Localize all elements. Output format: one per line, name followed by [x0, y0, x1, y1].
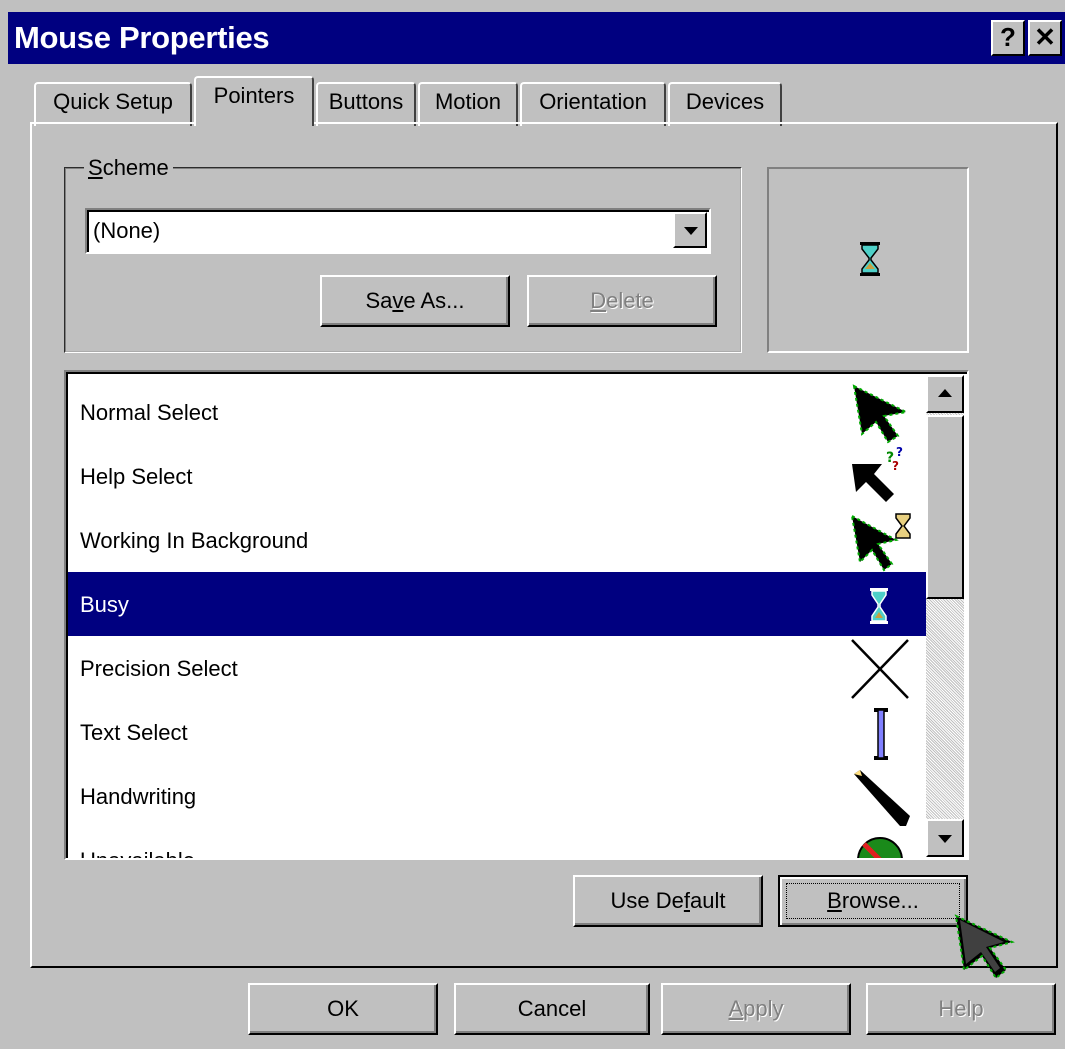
- help-icon[interactable]: ?: [991, 20, 1025, 56]
- help-button[interactable]: Help: [866, 983, 1056, 1035]
- pointer-list[interactable]: Normal Select Help Select ? ? ? Working …: [64, 370, 969, 860]
- help-pointer-icon: ? ? ?: [852, 446, 903, 502]
- tab-quick-setup[interactable]: Quick Setup: [34, 82, 192, 126]
- close-icon[interactable]: ✕: [1028, 20, 1062, 56]
- tab-pointers[interactable]: Pointers: [194, 76, 314, 126]
- chevron-down-icon: [684, 227, 698, 235]
- tab-label: Quick Setup: [53, 89, 173, 114]
- chevron-up-icon: [938, 389, 952, 397]
- pointer-preview: [767, 167, 969, 353]
- tab-buttons[interactable]: Buttons: [316, 82, 416, 126]
- list-item-selected[interactable]: Busy: [68, 572, 926, 636]
- tab-label: Buttons: [328, 89, 404, 114]
- tab-motion[interactable]: Motion: [418, 82, 518, 126]
- scroll-down-button[interactable]: [926, 819, 964, 857]
- tab-label: Devices: [685, 89, 765, 114]
- mouse-cursor-icon: [954, 914, 1015, 980]
- arrow-pointer-icon: [852, 384, 910, 444]
- use-default-button[interactable]: Use Default: [573, 875, 763, 927]
- hourglass-icon: [860, 242, 880, 276]
- list-item[interactable]: Handwriting: [68, 764, 926, 828]
- chevron-down-icon: [938, 835, 952, 843]
- tab-devices[interactable]: Devices: [668, 82, 782, 126]
- list-item[interactable]: Working In Background: [68, 508, 926, 572]
- hourglass-icon: [870, 588, 888, 624]
- title-bar[interactable]: Mouse Properties ? ✕: [8, 12, 1065, 64]
- crosshair-icon: [851, 639, 909, 699]
- list-item[interactable]: Help Select ? ? ?: [68, 444, 926, 508]
- scheme-select-value: (None): [93, 218, 161, 243]
- save-as-button[interactable]: Save As...: [320, 275, 510, 327]
- svg-text:?: ?: [896, 446, 903, 459]
- tab-orientation[interactable]: Orientation: [520, 82, 666, 126]
- cancel-button[interactable]: Cancel: [454, 983, 650, 1035]
- working-pointer-icon: [850, 513, 911, 572]
- scroll-up-button[interactable]: [926, 375, 964, 413]
- ibeam-icon: [874, 708, 888, 760]
- list-item[interactable]: Text Select: [68, 700, 926, 764]
- list-item[interactable]: Precision Select: [68, 636, 926, 700]
- scheme-select[interactable]: (None): [85, 208, 711, 254]
- tab-label: Pointers: [213, 83, 295, 108]
- ok-button[interactable]: OK: [248, 983, 438, 1035]
- tab-label: Motion: [434, 89, 502, 114]
- svg-text:?: ?: [892, 459, 899, 473]
- window-title: Mouse Properties: [14, 20, 270, 55]
- scroll-thumb[interactable]: [926, 415, 964, 599]
- list-item[interactable]: Normal Select: [68, 380, 926, 444]
- unavailable-icon: [857, 837, 903, 858]
- delete-button[interactable]: Delete: [527, 275, 717, 327]
- dropdown-button[interactable]: [673, 212, 707, 248]
- list-item[interactable]: Unavailable: [68, 828, 926, 858]
- pointer-list-scrollbar[interactable]: [926, 375, 964, 857]
- apply-button[interactable]: Apply: [661, 983, 851, 1035]
- browse-button[interactable]: Browse...: [778, 875, 968, 927]
- scheme-label: Scheme: [84, 155, 173, 181]
- pen-icon: [854, 770, 910, 826]
- tab-label: Orientation: [539, 89, 647, 114]
